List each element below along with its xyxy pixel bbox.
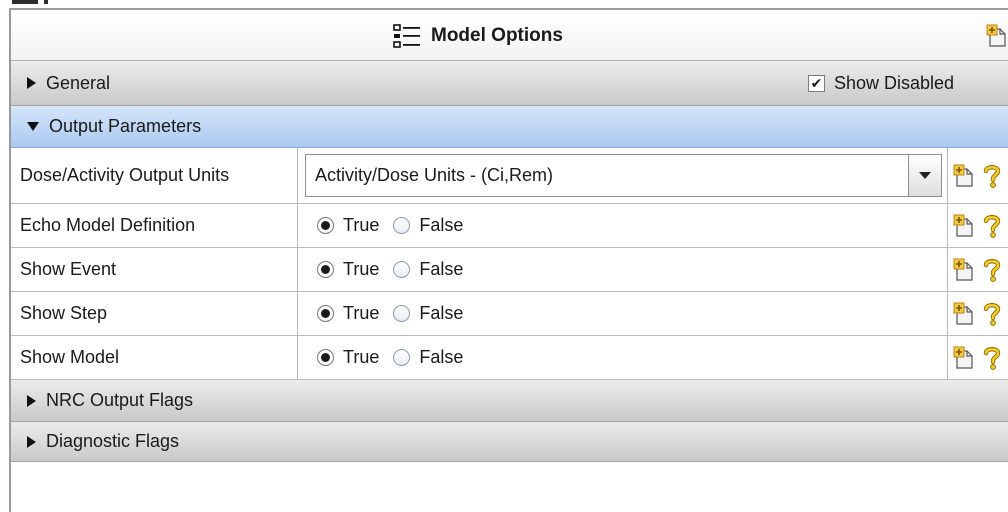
param-actions	[947, 336, 1008, 379]
show-disabled-label: Show Disabled	[834, 73, 955, 93]
radio-true[interactable]	[317, 261, 334, 278]
radio-false[interactable]	[393, 305, 411, 322]
panel-title: Model Options	[431, 24, 563, 46]
help-icon[interactable]	[982, 346, 1002, 370]
radio-false[interactable]	[393, 217, 411, 234]
radio-false[interactable]	[393, 261, 411, 278]
dropdown-button[interactable]	[908, 155, 941, 196]
section-nrc-output-flags[interactable]: NRC Output Flags	[11, 380, 1008, 422]
chevron-down-icon	[919, 172, 931, 179]
model-options-panel: Model Options General ✔ Show Disabled Ou…	[9, 8, 1008, 512]
param-label: Show Model	[11, 336, 298, 379]
new-item-icon[interactable]	[953, 302, 975, 326]
param-label: Show Event	[11, 248, 298, 291]
true-false-radio-group: True False	[299, 215, 477, 236]
section-diagnostic-flags-label: Diagnostic Flags	[46, 431, 180, 451]
section-general[interactable]: General ✔ Show Disabled	[11, 61, 1008, 106]
radio-true[interactable]	[317, 217, 334, 234]
help-icon[interactable]	[982, 302, 1002, 326]
checkmark-icon: ✔	[810, 75, 823, 92]
section-output-parameters[interactable]: Output Parameters	[11, 106, 1008, 148]
radio-false-label[interactable]: False	[419, 215, 463, 236]
param-value-cell: True False	[299, 248, 947, 291]
radio-true-label[interactable]: True	[343, 303, 379, 324]
param-actions	[947, 204, 1008, 247]
new-item-icon[interactable]	[953, 214, 975, 238]
help-icon[interactable]	[982, 164, 1002, 188]
list-icon	[393, 23, 420, 48]
param-value-cell: True False	[299, 204, 947, 247]
collapse-arrow-icon	[27, 122, 39, 131]
new-item-icon[interactable]	[953, 164, 975, 188]
param-actions	[947, 148, 1008, 203]
help-icon[interactable]	[982, 258, 1002, 282]
param-row-dose-units: Dose/Activity Output Units Activity/Dose…	[11, 148, 1008, 204]
section-nrc-output-flags-label: NRC Output Flags	[46, 390, 194, 410]
expand-arrow-icon	[27, 77, 36, 89]
radio-true[interactable]	[317, 349, 334, 366]
param-value-cell: Activity/Dose Units - (Ci,Rem)	[299, 148, 947, 203]
radio-false-label[interactable]: False	[419, 259, 463, 280]
radio-true-label[interactable]: True	[343, 347, 379, 368]
param-actions	[947, 248, 1008, 291]
section-general-label: General	[46, 72, 111, 93]
new-item-icon[interactable]	[953, 258, 975, 282]
expand-arrow-icon	[27, 394, 36, 407]
true-false-radio-group: True False	[299, 303, 477, 324]
param-row-show-event: Show Event True False	[11, 248, 1008, 292]
panel-title-bar: Model Options	[11, 10, 1008, 61]
param-row-show-model: Show Model True False	[11, 336, 1008, 380]
new-item-icon[interactable]	[953, 346, 975, 370]
radio-true-label[interactable]: True	[343, 259, 379, 280]
param-value-cell: True False	[299, 292, 947, 335]
param-value-cell: True False	[299, 336, 947, 379]
dose-units-selected: Activity/Dose Units - (Ci,Rem)	[315, 165, 554, 185]
radio-false[interactable]	[393, 349, 411, 366]
new-item-icon[interactable]	[986, 24, 1008, 48]
param-row-show-step: Show Step True False	[11, 292, 1008, 336]
param-label: Echo Model Definition	[11, 204, 298, 247]
top-edge-fragment	[12, 0, 48, 8]
param-label: Show Step	[11, 292, 298, 335]
param-label: Dose/Activity Output Units	[11, 148, 298, 203]
dose-units-dropdown[interactable]: Activity/Dose Units - (Ci,Rem)	[305, 154, 942, 197]
true-false-radio-group: True False	[299, 259, 477, 280]
model-options-window: Model Options General ✔ Show Disabled Ou…	[0, 0, 1008, 512]
param-actions	[947, 292, 1008, 335]
expand-arrow-icon	[27, 435, 36, 448]
radio-true[interactable]	[317, 305, 334, 322]
show-disabled-checkbox[interactable]: ✔	[808, 75, 825, 92]
section-output-parameters-label: Output Parameters	[49, 116, 202, 136]
param-row-echo-model-definition: Echo Model Definition True False	[11, 204, 1008, 248]
show-disabled-toggle[interactable]: ✔ Show Disabled	[808, 61, 954, 106]
help-icon[interactable]	[982, 214, 1002, 238]
radio-false-label[interactable]: False	[419, 303, 463, 324]
radio-false-label[interactable]: False	[419, 347, 463, 368]
section-diagnostic-flags[interactable]: Diagnostic Flags	[11, 422, 1008, 462]
radio-true-label[interactable]: True	[343, 215, 379, 236]
true-false-radio-group: True False	[299, 347, 477, 368]
